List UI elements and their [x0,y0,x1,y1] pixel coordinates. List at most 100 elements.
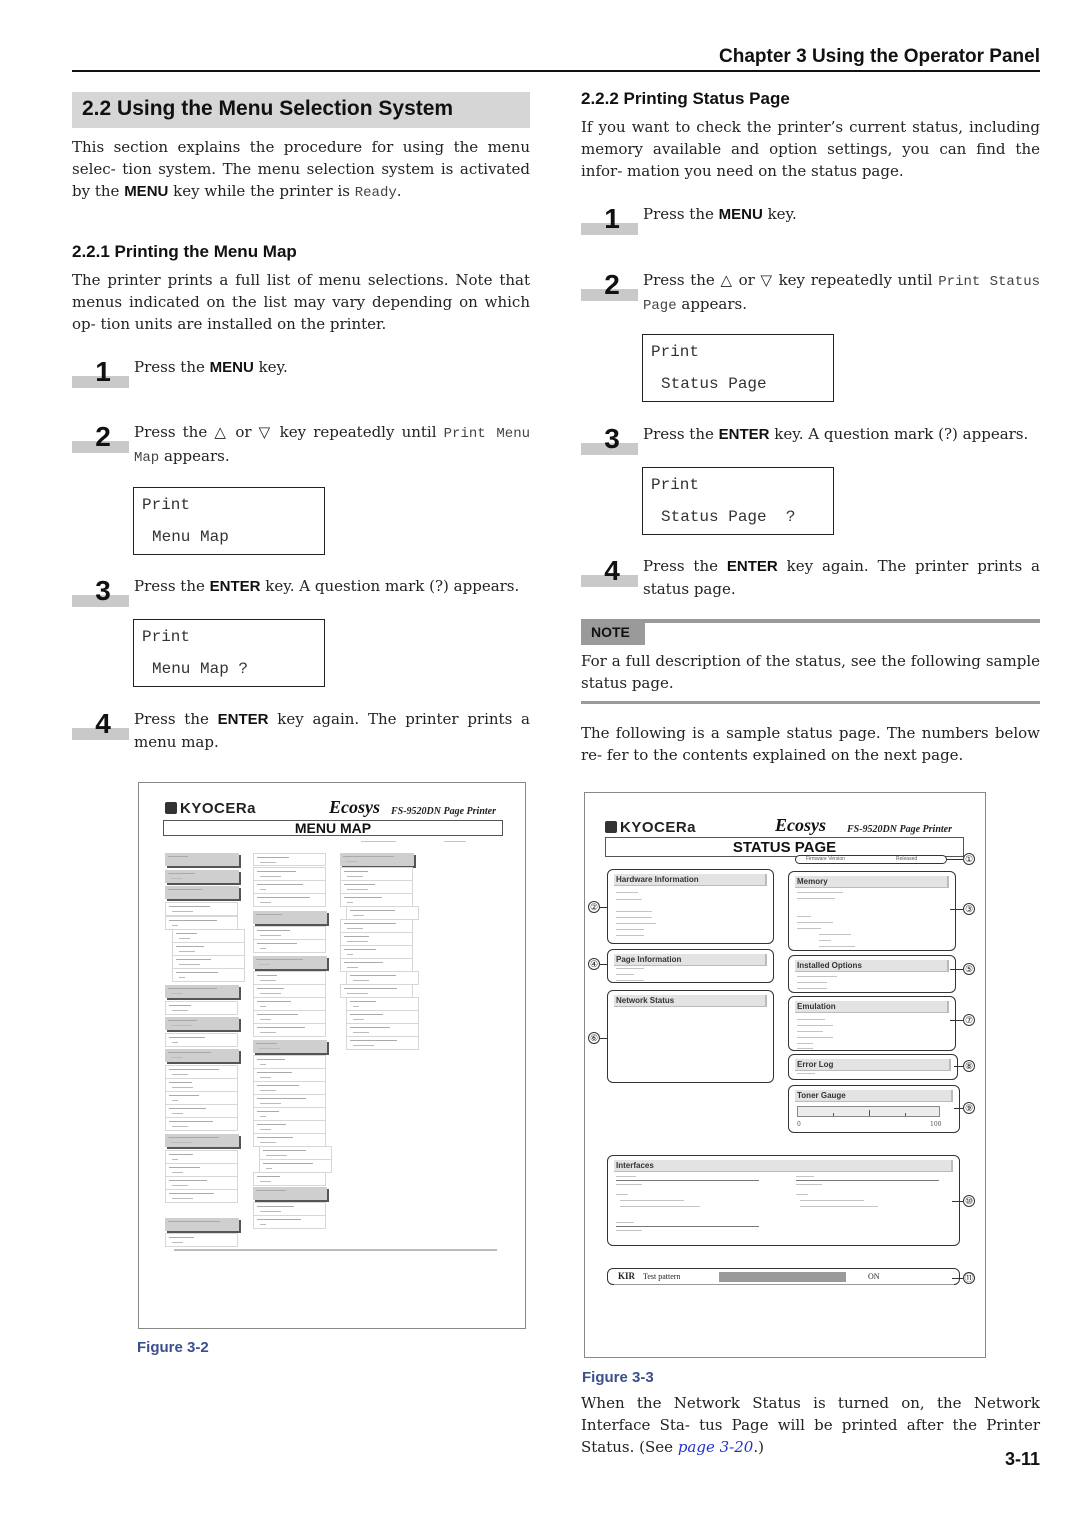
placeholder-text [260,1103,281,1104]
menu-map-group-header [165,853,239,866]
callout-6: ⑥ [588,1032,600,1044]
placeholder-text [353,1006,359,1007]
placeholder-text [257,1059,285,1060]
menu-map-entry [253,1172,326,1186]
menu-map-entry [172,955,245,969]
menu-map-entry [253,1202,326,1216]
placeholder-text [344,936,369,937]
panel-heading: Emulation [795,1001,949,1013]
placeholder-text [260,1019,271,1020]
step-text: Press the MENU key. [643,205,797,223]
status-page-title: STATUS PAGE [605,837,964,857]
page-number: 3-11 [1004,1449,1040,1469]
toner-gauge-panel: Toner Gauge 0 100 [788,1085,960,1133]
placeholder-text [169,1237,194,1238]
placeholder-text [350,1001,376,1002]
placeholder-text [257,1176,280,1177]
menu-map-group-header [165,1134,239,1147]
placeholder-text [169,1082,192,1083]
placeholder-text [260,993,281,994]
placeholder-text [171,878,182,879]
placeholder-text [344,884,375,885]
page-reference-link[interactable]: page 3-20 [678,1438,754,1456]
callout-10: ⑩ [963,1195,975,1207]
placeholder-text [169,1121,213,1122]
menu-map-group-header [340,853,414,866]
placeholder-text [346,861,357,862]
menu-map-entry [165,1189,238,1203]
menu-map-entry [346,906,419,920]
placeholder-text [266,1168,272,1169]
placeholder-text [347,902,353,903]
menu-map-intro: The printer prints a full list of menu s… [72,271,530,333]
error-log-panel: Error Log [788,1054,958,1080]
panel-heading: Installed Options [795,960,949,972]
placeholder-text [259,964,270,965]
menu-map-entry [165,1176,238,1190]
figure-caption-3-3: Figure 3-3 [582,1369,654,1386]
callout-1: ① [963,853,975,865]
placeholder-text [176,933,197,934]
menu-map-group-header [165,1017,239,1030]
step-text: Press the ENTER key again. The printer p… [643,557,1040,598]
callout-7: ⑦ [963,1014,975,1026]
menu-map-entry [340,919,413,933]
note-label: NOTE [581,619,645,645]
menu-map-entry [165,1104,238,1118]
placeholder-text [260,948,266,949]
lcd-display-menu-map-confirm: Print Menu Map ? [133,619,325,687]
placeholder-text [169,920,217,921]
placeholder-text [260,1116,266,1117]
status-page-intro: If you want to check the printer’s curre… [581,118,1040,180]
placeholder-text [444,841,466,842]
chapter-title: Chapter 3 Using the Operator Panel [719,46,1040,67]
kir-test-pattern: Test pattern [643,1272,681,1281]
placeholder-text [343,856,394,857]
placeholder-text [347,889,368,890]
network-status-panel: Network Status [607,990,774,1083]
placeholder-text [172,925,178,926]
kyocera-logo: KYOCERa [165,800,256,817]
placeholder-text [168,1221,220,1222]
kyocera-mark-icon [165,802,177,814]
lcd-display-status-page-confirm: Print Status Page ? [642,467,834,535]
placeholder-text [179,964,200,965]
firmware-value: Released [896,856,918,862]
lcd-line-1: Print [651,343,700,361]
menu-map-entry [346,971,419,985]
placeholder-text [263,1150,306,1151]
lcd-line-2: Menu Map [152,528,229,546]
lcd-line-1: Print [651,476,700,494]
menu-map-entry [253,1215,326,1229]
callout-8: ⑧ [963,1060,975,1072]
lcd-line-1: Print [142,496,191,514]
placeholder-text [347,993,368,994]
lcd-line-1: Print [142,628,191,646]
lcd-display-status-page: Print Status Page [642,334,834,402]
placeholder-text [344,871,368,872]
placeholder-text [257,1014,298,1015]
callout-11: ⑪ [963,1272,975,1284]
placeholder-text [257,1027,305,1028]
section-title: 2.2 Using the Menu Selection System [82,97,454,120]
placeholder-text [169,906,210,907]
placeholder-text [257,975,277,976]
panel-heading: Memory [795,876,949,888]
step-text: Press the ENTER key. A question mark (?)… [134,577,520,595]
page-information-panel: Page Information [607,949,774,983]
placeholder-text [260,862,276,863]
placeholder-text [168,1020,197,1021]
menu-map-entry [340,932,413,946]
menu-map-entry [165,1163,238,1177]
callout-5: ⑤ [963,963,975,975]
step-number: 4 [95,708,111,739]
placeholder-text [257,897,310,898]
placeholder-text [169,1095,199,1096]
panel-heading: Network Status [614,995,767,1007]
placeholder-text [350,1040,397,1041]
placeholder-text [263,1163,313,1164]
placeholder-text [171,1057,182,1058]
menu-map-group-header [253,1040,327,1053]
placeholder-text [347,954,353,955]
menu-map-entry [340,893,413,907]
